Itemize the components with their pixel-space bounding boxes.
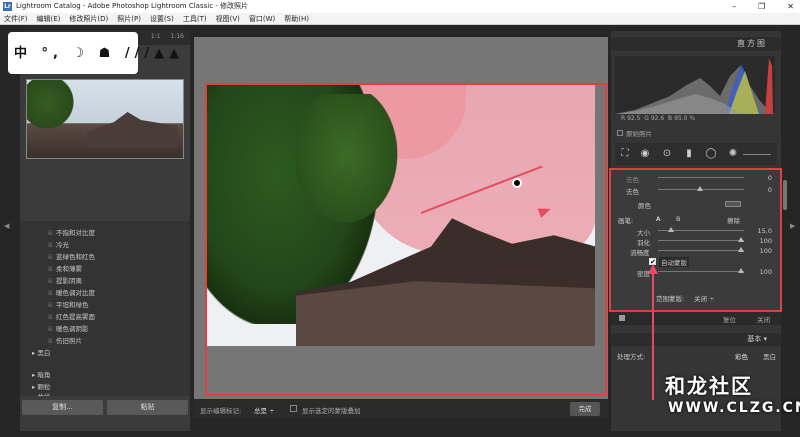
show-edit-pins-label: 显示编辑标记: bbox=[200, 407, 242, 415]
preset-icon: ⅲ bbox=[48, 241, 53, 249]
histogram bbox=[615, 56, 775, 114]
basic-header[interactable]: 基本 ▾ bbox=[611, 333, 781, 346]
minimize-icon[interactable]: – bbox=[732, 0, 736, 13]
left-panel-toggle-icon[interactable]: ◀ bbox=[4, 222, 9, 230]
preset-item[interactable]: ⅲ 伤旧照片 bbox=[48, 335, 82, 345]
preset-item[interactable]: ⅲ 不指和对比度 bbox=[48, 227, 95, 237]
preset-icon: ⅲ bbox=[48, 265, 53, 273]
presets-list: ⅲ 不指和对比度 ⅲ 冷光 ⅲ 蓝绿色和红色 ⅲ 柔和薄雾 ⅲ 提影阴离 ⅲ 暖色调对比度 … bbox=[20, 221, 190, 396]
menu-bar: 文件(F) 编辑(E) 修改照片(D) 照片(P) 设置(S) 工具(T) 视图… bbox=[0, 13, 800, 25]
histogram-graph bbox=[615, 58, 775, 114]
adjustment-brush-icon[interactable]: ✺ bbox=[727, 148, 739, 160]
navigator-zoom: 1:1 1:16 bbox=[151, 33, 184, 40]
radial-filter-icon[interactable]: ◯ bbox=[705, 148, 717, 160]
editor-toolbar: 显示编辑标记: 总是 ÷ 显示选定的蒙版叠加 完成 bbox=[194, 400, 608, 418]
zoom-1-1[interactable]: 1:1 bbox=[151, 33, 161, 40]
paste-button[interactable]: 粘贴 bbox=[107, 400, 188, 415]
tool-strip: ⛶ ◉ ⊙ ▮ ◯ ✺ bbox=[615, 143, 777, 165]
window-controls: – ❐ ✕ bbox=[732, 0, 794, 13]
zoom-1-16[interactable]: 1:16 bbox=[171, 33, 184, 40]
preset-item[interactable]: ⅲ 暖色调对比度 bbox=[48, 287, 95, 297]
highlight-box bbox=[609, 168, 782, 312]
menu-window[interactable]: 窗口(W) bbox=[249, 13, 275, 24]
preset-icon: ⅲ bbox=[48, 301, 53, 309]
site-watermark-text: 和龙社区 bbox=[665, 374, 753, 398]
title-bar: Lr Lightroom Catalog - Adobe Photoshop L… bbox=[0, 0, 800, 13]
window-title: Lightroom Catalog - Adobe Photoshop Ligh… bbox=[16, 2, 249, 10]
preset-folder[interactable]: ▸ 曲线 bbox=[32, 391, 50, 396]
preset-icon: ⅲ bbox=[48, 325, 53, 333]
red-eye-icon[interactable]: ⊙ bbox=[661, 148, 673, 160]
left-panel: 1:1 1:16 ⅲ 不指和对比度 ⅲ 冷光 ⅲ 蓝绿色和红色 ⅲ 柔和薄雾 ⅲ 提影阴离… bbox=[20, 31, 190, 431]
preset-icon: ⅲ bbox=[48, 253, 53, 261]
preview-roof bbox=[87, 112, 177, 148]
rgb-readout: R 92.5 G 92.6 B 95.0 % bbox=[621, 115, 696, 122]
left-buttons: 复制... 粘贴 bbox=[20, 400, 190, 418]
preset-icon: ⅲ bbox=[48, 337, 53, 345]
treatment-label: 处理方式: bbox=[617, 353, 646, 361]
site-watermark-url: WWW.CLZG.CN bbox=[668, 400, 800, 416]
spot-removal-icon[interactable]: ◉ bbox=[639, 148, 651, 160]
color-option[interactable]: 彩色 bbox=[735, 351, 748, 361]
menu-edit[interactable]: 编辑(E) bbox=[37, 13, 61, 24]
right-panel-toggle-icon[interactable]: ▶ bbox=[790, 222, 795, 230]
panel-footer: 复位 关闭 bbox=[611, 312, 781, 325]
navigator-preview[interactable] bbox=[26, 79, 184, 159]
copy-button[interactable]: 复制... bbox=[22, 400, 103, 415]
menu-photo[interactable]: 照片(P) bbox=[117, 13, 141, 24]
preset-folder[interactable]: ▸ 暗角 bbox=[32, 369, 50, 379]
histogram-header[interactable]: 直方图 bbox=[611, 37, 781, 51]
crop-icon[interactable]: ⛶ bbox=[619, 148, 631, 160]
overlay-checkbox[interactable] bbox=[290, 405, 297, 412]
tool-slider[interactable] bbox=[743, 154, 771, 155]
menu-tools[interactable]: 工具(T) bbox=[183, 13, 207, 24]
preset-icon: ⅲ bbox=[48, 277, 53, 285]
preset-item[interactable]: ⅲ 平坦和绿色 bbox=[48, 299, 89, 309]
preset-folder[interactable]: ▸ 黑白 bbox=[32, 347, 50, 357]
preset-item[interactable]: ⅲ 冷光 bbox=[48, 239, 69, 249]
preset-icon: ⅲ bbox=[48, 289, 53, 297]
annotation-arrow bbox=[652, 270, 654, 400]
preset-icon: ⅲ bbox=[48, 313, 53, 321]
highlight-box bbox=[205, 83, 607, 396]
menu-view[interactable]: 视图(V) bbox=[216, 13, 240, 24]
menu-help[interactable]: 帮助(H) bbox=[284, 13, 309, 24]
preset-item[interactable]: ⅲ 红色提高雾面 bbox=[48, 311, 95, 321]
overlay-label: 显示选定的蒙版叠加 bbox=[302, 407, 361, 415]
annotation-arrowhead bbox=[648, 264, 658, 274]
preset-icon: ⅲ bbox=[48, 229, 53, 237]
preset-item[interactable]: ⅲ 柔和薄雾 bbox=[48, 263, 82, 273]
preset-item[interactable]: ⅲ 蓝绿色和红色 bbox=[48, 251, 95, 261]
menu-develop[interactable]: 修改照片(D) bbox=[69, 13, 108, 24]
preset-folder[interactable]: ▸ 颗粒 bbox=[32, 381, 50, 391]
menu-file[interactable]: 文件(F) bbox=[4, 13, 28, 24]
menu-settings[interactable]: 设置(S) bbox=[150, 13, 174, 24]
original-photo-toggle[interactable]: 原始照片 bbox=[617, 128, 652, 138]
show-edit-pins-select[interactable]: 总是 ÷ bbox=[254, 405, 275, 415]
toggle-switch-icon[interactable] bbox=[619, 315, 625, 321]
watermark-logo: 中 °, ☽ ☗ ///▲▲ bbox=[8, 32, 179, 74]
preset-item[interactable]: ⅲ 暖色调阴影 bbox=[48, 323, 89, 333]
preview-tree bbox=[27, 80, 77, 158]
done-button[interactable]: 完成 bbox=[570, 402, 600, 416]
logo-glyphs: 中 °, ☽ ☗ ///▲▲ bbox=[14, 46, 185, 61]
right-scrollbar[interactable] bbox=[783, 180, 787, 210]
preset-item[interactable]: ⅲ 提影阴离 bbox=[48, 275, 82, 285]
close-button[interactable]: 关闭 bbox=[757, 314, 770, 324]
checkbox-icon bbox=[617, 130, 623, 136]
graduated-filter-icon[interactable]: ▮ bbox=[683, 148, 695, 160]
reset-button[interactable]: 复位 bbox=[723, 314, 736, 324]
maximize-icon[interactable]: ❐ bbox=[758, 0, 765, 13]
close-icon[interactable]: ✕ bbox=[787, 0, 794, 13]
app-icon: Lr bbox=[3, 2, 12, 11]
bw-option[interactable]: 黑白 bbox=[763, 351, 776, 361]
